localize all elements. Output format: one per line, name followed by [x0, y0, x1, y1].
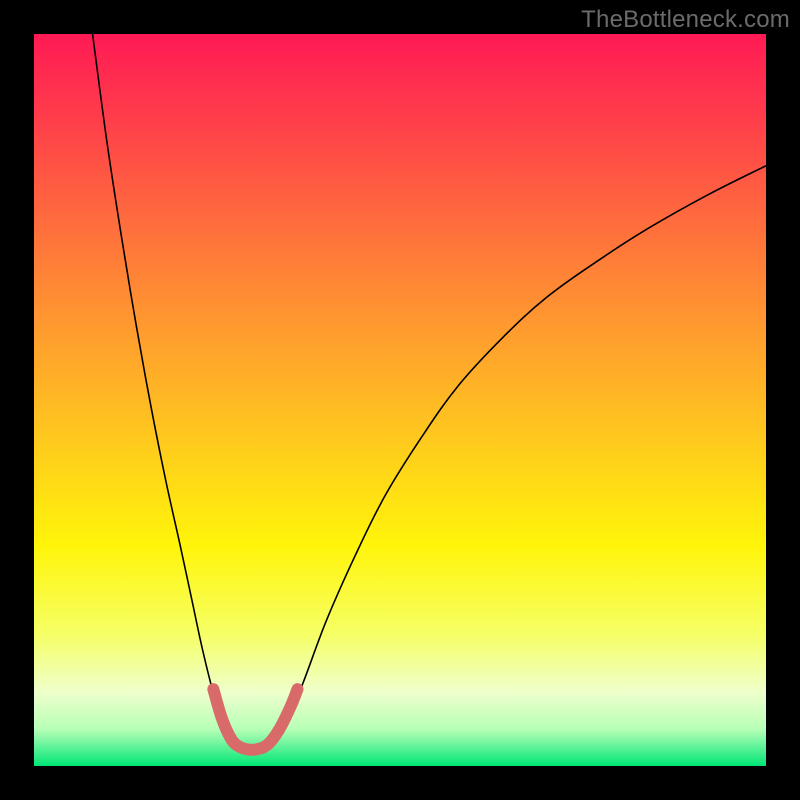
- watermark-text: TheBottleneck.com: [581, 6, 790, 34]
- plot-area: [34, 34, 766, 766]
- gradient-background: [34, 34, 766, 766]
- chart-svg: [34, 34, 766, 766]
- chart-frame: TheBottleneck.com: [0, 0, 800, 800]
